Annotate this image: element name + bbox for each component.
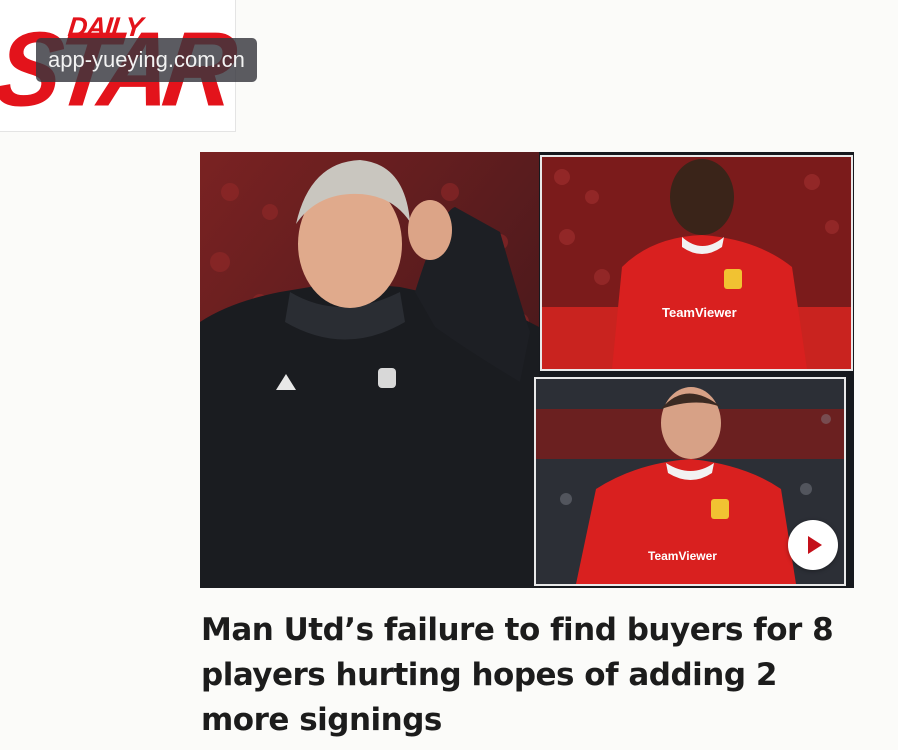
manager-photo [200,152,539,588]
video-play-button[interactable] [788,520,838,570]
player-photo-top: TeamViewer [540,155,853,371]
watermark-overlay: app-yueying.com.cn [36,38,257,82]
article-headline[interactable]: Man Utd’s failure to find buyers for 8 p… [201,608,841,743]
shirt-sponsor-bottom: TeamViewer [648,549,717,563]
hero-image[interactable]: TeamViewer TeamViewer [200,152,854,588]
shirt-sponsor-top: TeamViewer [662,305,737,320]
